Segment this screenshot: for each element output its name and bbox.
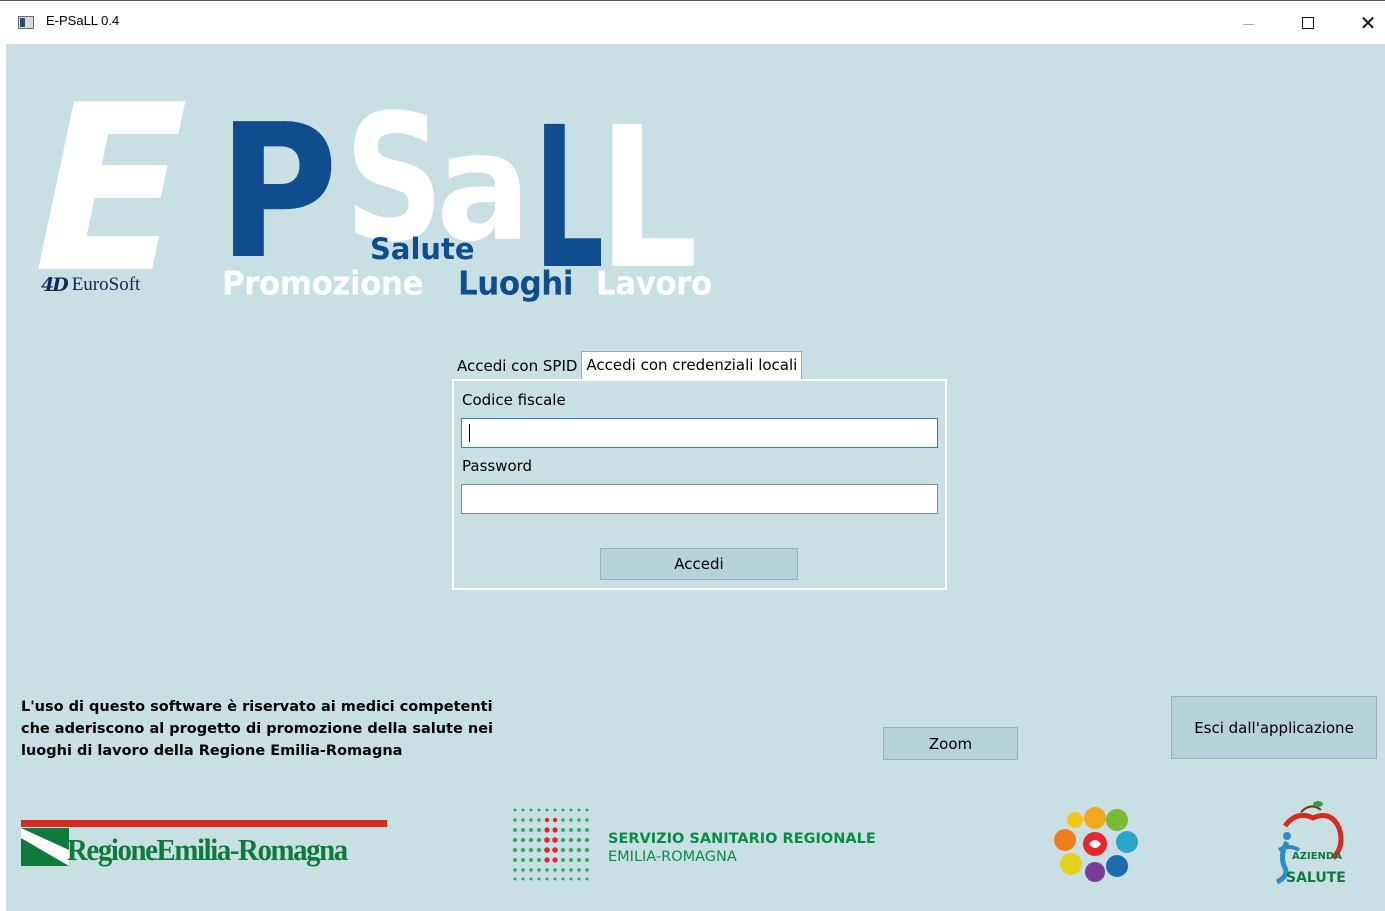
- logo-lavoro: Lavoro: [596, 265, 712, 303]
- password-label: Password: [462, 457, 533, 475]
- ssr-dot-grid-icon: [512, 808, 590, 881]
- window-title: E-PSaLL 0.4: [46, 13, 120, 28]
- logo-promozione: Promozione: [222, 265, 423, 303]
- azienda-label: AZIENDA: [1292, 851, 1342, 862]
- codice-fiscale-label: Codice fiscale: [462, 391, 566, 409]
- zoom-button[interactable]: Zoom: [883, 727, 1018, 760]
- maximize-icon: [1302, 17, 1314, 29]
- usage-notice: L'uso di questo software è riservato ai …: [21, 696, 541, 762]
- close-button[interactable]: ✕: [1338, 1, 1385, 45]
- app-icon: [18, 16, 34, 29]
- tab-spid[interactable]: Accedi con SPID: [453, 353, 581, 380]
- azienda-salute-logo: AZIENDA SALUTE: [1261, 796, 1351, 886]
- ssr-line-2: EMILIA-ROMAGNA: [608, 849, 737, 865]
- text-caret: [469, 424, 470, 442]
- eurosoft-logo: 4D EuroSoft: [41, 274, 140, 296]
- window-titlebar: E-PSaLL 0.4 ✕: [0, 0, 1385, 44]
- accedi-button[interactable]: Accedi: [600, 548, 798, 580]
- regione-flag-icon: [21, 828, 69, 866]
- notice-line-1: L'uso di questo software è riservato ai …: [21, 699, 493, 715]
- regione-name: RegioneEmilia-Romagna: [67, 832, 348, 867]
- app-client-area: E P S a L L Salute 4D EuroSoft Promozion…: [6, 44, 1385, 911]
- login-tabs: Accedi con SPID Accedi con credenziali l…: [453, 351, 803, 380]
- close-icon: ✕: [1359, 11, 1377, 35]
- eurosoft-name: EuroSoft: [71, 274, 141, 295]
- regione-red-bar: [21, 820, 387, 827]
- login-panel: Codice fiscale Password Accedi: [452, 379, 947, 590]
- exit-application-button[interactable]: Esci dall'applicazione: [1171, 696, 1377, 759]
- notice-line-2: che aderiscono al progetto di promozione…: [21, 721, 493, 737]
- maximize-button[interactable]: [1278, 1, 1338, 45]
- promotion-circles-logo: [1054, 807, 1138, 882]
- logo-luoghi: Luoghi: [458, 265, 574, 303]
- password-input[interactable]: [461, 484, 938, 514]
- salute-label: SALUTE: [1286, 870, 1346, 886]
- minimize-button[interactable]: [1218, 1, 1278, 45]
- ssr-logo-text: SERVIZIO SANITARIO REGIONALE EMILIA-ROMA…: [608, 830, 876, 866]
- tab-local-credentials[interactable]: Accedi con credenziali locali: [581, 351, 803, 380]
- logo-salute-text: Salute: [370, 232, 475, 266]
- eurosoft-mark: 4D: [41, 274, 69, 296]
- notice-line-3: luoghi di lavoro della Regione Emilia-Ro…: [21, 743, 403, 759]
- minimize-icon: [1242, 23, 1254, 25]
- ssr-line-1: SERVIZIO SANITARIO REGIONALE: [608, 831, 876, 847]
- codice-fiscale-input[interactable]: [461, 418, 938, 448]
